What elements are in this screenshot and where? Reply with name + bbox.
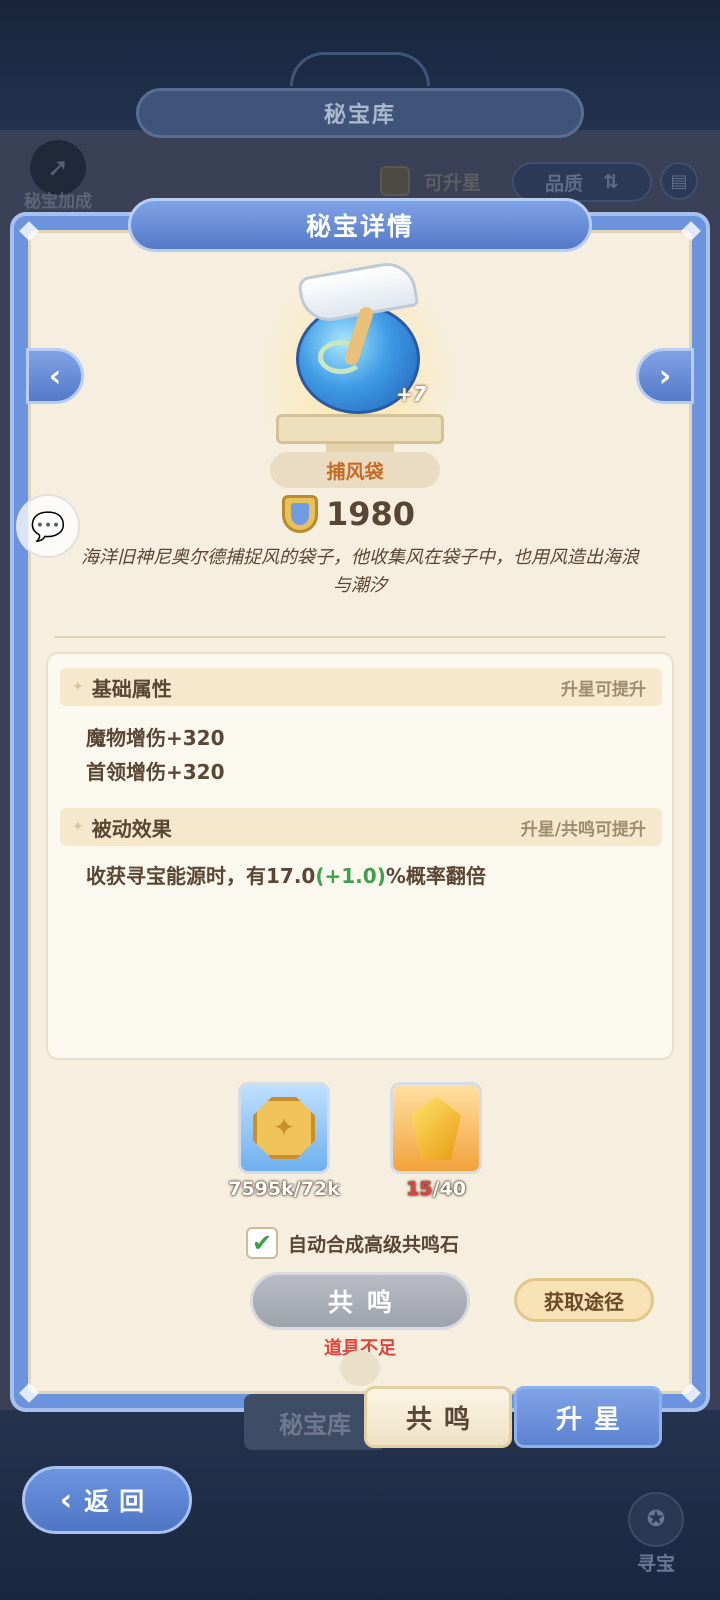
previous-item-button[interactable]: ‹ [26,348,84,404]
combat-power-shield-icon [282,495,318,533]
chat-button[interactable]: 💬 [16,494,80,558]
passive-effects-title: 被动效果 [91,816,172,841]
book-icon[interactable]: ▤ [660,162,698,200]
basic-attribute-line: 首领增伤+320 [86,760,225,784]
auto-combine-option[interactable]: ✔ 自动合成高级共鸣石 [246,1226,459,1260]
tab-resonate[interactable]: 共鸣 [364,1386,512,1448]
resonate-button[interactable]: 共鸣 [250,1272,470,1330]
gem-have: 15 [406,1178,433,1200]
basic-attributes-header: ✦ 基础属性 升星可提升 [60,668,662,706]
section-divider [54,636,666,638]
chevron-left-icon: ‹ [48,358,62,394]
passive-text-bonus: (+1.0) [315,864,386,888]
vault-title-bar: 秘宝库 [136,88,584,138]
coin-need: /72k [293,1178,340,1200]
resonance-stone-icon [411,1096,461,1160]
tab-upstar[interactable]: 升星 [514,1386,662,1448]
chevron-left-icon: ‹ [59,1482,73,1518]
next-item-button[interactable]: › [636,348,694,404]
item-description: 海洋旧神尼奥尔德捕捉风的袋子，他收集风在袋子中，也用风造出海浪与潮汐 [81,547,639,596]
gem-need: /40 [432,1178,466,1200]
quality-sort-button[interactable]: 品质 ⇅ [512,162,652,202]
item-enhance-level: +7 [396,382,427,406]
treasure-bonus-button[interactable]: ➚ 秘宝加成 [10,140,106,212]
item-power: 1980 [282,492,482,536]
power-value: 1980 [326,495,416,533]
coin-have: 7595k [228,1178,294,1200]
treasure-bonus-label: 秘宝加成 [24,192,92,212]
treasure-chest-icon: ✪ [628,1492,684,1547]
auto-combine-checkbox[interactable]: ✔ [246,1227,278,1259]
passive-text-suffix: %概率翻倍 [385,864,486,888]
obtain-source-button[interactable]: 获取途径 [514,1278,654,1322]
item-name-badge: 捕风袋 [270,452,440,488]
chevron-right-icon: › [658,358,672,394]
sort-arrows-icon: ⇅ [603,171,619,193]
item-pedestal [276,414,444,444]
vault-title: 秘宝库 [323,103,396,128]
back-button-label: 返回 [84,1487,155,1516]
treasure-hunt-label: 寻宝 [636,1553,675,1575]
upstar-filter-label: 可升星 [424,172,482,194]
header-ornament [290,52,430,86]
passive-effects-header: ✦ 被动效果 升星/共鸣可提升 [60,808,662,846]
modal-emblem [340,1350,380,1386]
coin-icon: ✦ [253,1097,315,1159]
check-icon: ✔ [251,1229,273,1257]
basic-attributes-hint: 升星可提升 [561,679,646,700]
back-button[interactable]: ‹ 返回 [22,1466,192,1534]
passive-text-prefix: 收获寻宝能源时，有17.0 [86,864,316,888]
diamond-icon: ✦ [72,819,84,835]
basic-attribute-line: 魔物增伤+320 [86,726,225,750]
quality-sort-label: 品质 [545,172,584,195]
modal-title: 秘宝详情 [128,198,592,252]
gem-cost-slot[interactable] [390,1082,482,1174]
coin-cost-slot[interactable]: ✦ [238,1082,330,1174]
gem-cost-label: 15/40 [366,1178,506,1200]
passive-effect-line: 收获寻宝能源时，有17.0(+1.0)%概率翻倍 [86,860,486,889]
coin-cost-label: 7595k/72k [214,1178,354,1200]
chat-icon: 💬 [30,509,66,543]
auto-combine-label: 自动合成高级共鸣石 [288,1233,460,1256]
treasure-hunt-button[interactable]: ✪ 寻宝 [624,1492,688,1576]
passive-effects-hint: 升星/共鸣可提升 [520,819,646,840]
basic-attributes-title: 基础属性 [91,676,172,701]
attributes-panel: ✦ 基础属性 升星可提升 魔物增伤+320 首领增伤+320 ✦ 被动效果 升星… [46,652,674,1060]
diamond-icon: ✦ [72,679,84,695]
upstar-filter-checkbox[interactable] [380,166,410,196]
